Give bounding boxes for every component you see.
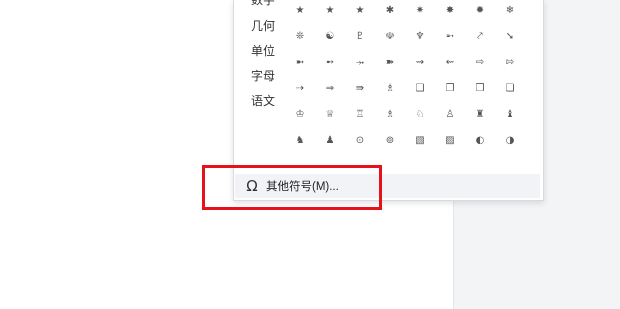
symbol-cell[interactable]: ✷ [405, 0, 435, 23]
symbol-cell[interactable]: ★ [285, 0, 315, 23]
category-item-chinese[interactable]: 语文 [251, 94, 275, 108]
symbol-cell[interactable]: ❐ [435, 75, 465, 101]
symbol-cell[interactable]: ⊙ [345, 127, 375, 153]
symbol-cell[interactable]: ❊ [285, 23, 315, 49]
symbol-cell[interactable]: ➼ [285, 49, 315, 75]
symbol-cell[interactable]: ♆ [405, 23, 435, 49]
more-symbols-label: 其他符号(M)... [266, 181, 339, 193]
symbol-cell[interactable]: ⇰ [495, 49, 525, 75]
symbol-cell[interactable]: ⇢ [285, 75, 315, 101]
symbol-cell[interactable]: ✹ [465, 0, 495, 23]
symbol-cell[interactable]: ◐ [465, 127, 495, 153]
symbol-cell[interactable]: ♇ [345, 23, 375, 49]
symbol-cell[interactable]: ▧ [405, 127, 435, 153]
omega-icon: Ω [246, 177, 258, 195]
symbol-cell[interactable]: ⇛ [345, 75, 375, 101]
symbol-cell[interactable]: ✱ [375, 0, 405, 23]
symbol-cell[interactable]: ❑ [405, 75, 435, 101]
symbol-cell[interactable]: ♕ [315, 101, 345, 127]
symbol-cell[interactable]: ➽ [375, 49, 405, 75]
symbol-cell[interactable]: ❏ [495, 75, 525, 101]
symbol-cell[interactable]: ❄ [495, 0, 525, 23]
symbol-cell[interactable]: ▨ [435, 127, 465, 153]
symbol-cell[interactable]: ♜ [465, 101, 495, 127]
symbol-cell[interactable]: ♔ [285, 101, 315, 127]
symbol-cell[interactable]: ⇨ [465, 49, 495, 75]
symbol-cell[interactable]: ❒ [465, 75, 495, 101]
symbol-cell[interactable]: ⤤ [465, 23, 495, 49]
symbol-cell[interactable]: ✸ [435, 0, 465, 23]
more-symbols-button[interactable]: Ω 其他符号(M)... [235, 174, 540, 198]
symbol-cell[interactable]: ➵ [435, 23, 465, 49]
symbol-cell[interactable]: ★ [315, 0, 345, 23]
category-item-digits[interactable]: 数字 [251, 0, 275, 7]
symbol-cell[interactable]: ➻ [315, 49, 345, 75]
symbol-cell[interactable]: ♝ [495, 101, 525, 127]
symbol-cell[interactable]: ⇒ [315, 75, 345, 101]
symbol-cell[interactable]: ⊚ [375, 127, 405, 153]
category-item-geometry[interactable]: 几何 [251, 19, 275, 33]
symbol-cell[interactable]: ♗ [375, 101, 405, 127]
symbol-cell[interactable]: ★ [345, 0, 375, 23]
symbol-cell[interactable]: ☫ [375, 23, 405, 49]
symbol-cell[interactable]: ♟ [315, 127, 345, 153]
symbol-grid: ★ ★ ★ ✱ ✷ ✸ ✹ ❄ ❊ ☯ ♇ ☫ ♆ ➵ ⤤ ➘ ➼ ➻ ⤞ ➽ ⇝ ⇜ ⇨ ⇰ ⇢ ⇒ ⇛ ♗ ❑ ❐ ❒ ❏ ♔ ♕ ♖ ♗ ♘ ♙ ♜ ♝… [285, 0, 525, 157]
symbol-cell[interactable]: ♘ [405, 101, 435, 127]
symbol-cell[interactable]: ⇜ [435, 49, 465, 75]
symbol-cell[interactable]: ☯ [315, 23, 345, 49]
symbol-category-list: 数字 几何 单位 字母 语文 [234, 0, 290, 160]
symbol-cell[interactable]: ◑ [495, 127, 525, 153]
symbol-cell[interactable]: ⇝ [405, 49, 435, 75]
symbol-cell[interactable]: ➘ [495, 23, 525, 49]
symbol-cell[interactable]: ♗ [375, 75, 405, 101]
symbol-cell[interactable]: ♖ [345, 101, 375, 127]
symbol-dropdown-panel: 数字 几何 单位 字母 语文 ★ ★ ★ ✱ ✷ ✸ ✹ ❄ ❊ ☯ ♇ ☫ ♆ ➵ ⤤ ➘ ➼ ➻ ⤞ ➽ ⇝ ⇜ ⇨ ⇰ ⇢… [233, 0, 544, 201]
category-item-letters[interactable]: 字母 [251, 69, 275, 83]
symbol-cell[interactable]: ♙ [435, 101, 465, 127]
symbol-cell[interactable]: ⤞ [345, 49, 375, 75]
symbol-cell[interactable]: ♞ [285, 127, 315, 153]
category-item-units[interactable]: 单位 [251, 44, 275, 58]
